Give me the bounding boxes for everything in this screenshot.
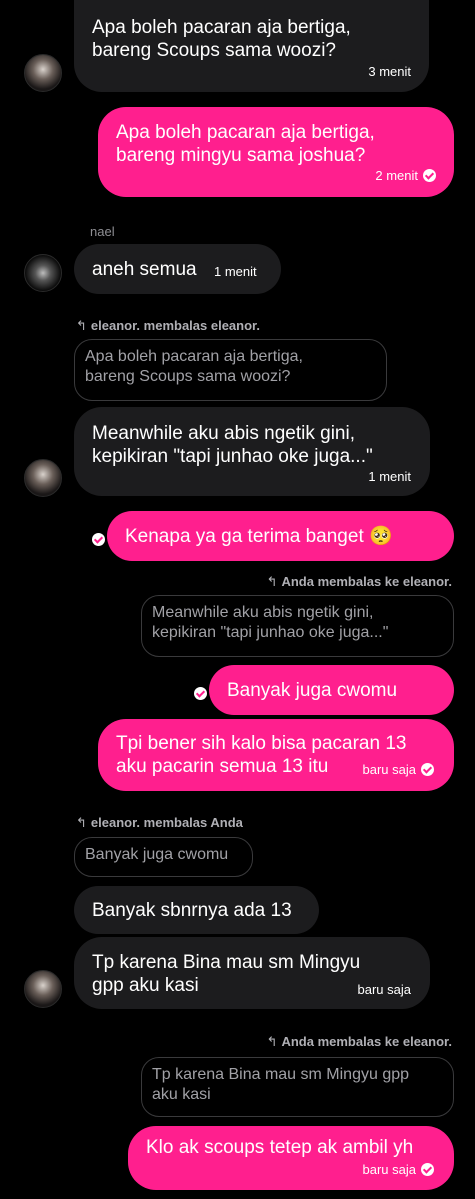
message-bubble-outgoing[interactable]: Banyak juga cwomu — [194, 665, 454, 715]
sender-name: nael — [90, 224, 115, 239]
reply-header: ↰ eleanor. membalas Anda — [76, 815, 243, 830]
quoted-message[interactable]: Banyak juga cwomu — [74, 837, 253, 877]
avatar[interactable] — [24, 459, 62, 497]
message-time: baru saja — [363, 762, 434, 777]
message-bubble-outgoing[interactable]: Klo ak scoups tetep ak ambil yh baru saj… — [128, 1126, 454, 1190]
message-text: Apa boleh pacaran aja bertiga, bareng Sc… — [92, 17, 351, 61]
message-bubble-outgoing[interactable]: Tpi bener sih kalo bisa pacaran 13 aku p… — [98, 719, 454, 791]
message-bubble-incoming[interactable]: Apa boleh pacaran aja bertiga, bareng Sc… — [74, 0, 429, 92]
reply-header: ↰ eleanor. membalas eleanor. — [76, 318, 260, 333]
message-time: 1 menit — [214, 264, 257, 279]
reply-arrow-icon: ↰ — [76, 318, 87, 333]
avatar[interactable] — [24, 970, 62, 1008]
message-bubble-outgoing[interactable]: Kenapa ya ga terima banget 🥺 — [92, 511, 454, 561]
reply-arrow-icon: ↰ — [266, 574, 278, 589]
message-bubble-incoming[interactable]: aneh semua 1 menit — [74, 244, 281, 294]
avatar[interactable] — [24, 254, 62, 292]
message-text: Apa boleh pacaran aja bertiga, bareng mi… — [116, 122, 375, 166]
message-text: Banyak sbnrnya ada 13 — [92, 900, 292, 921]
avatar[interactable] — [24, 54, 62, 92]
message-text: Banyak juga cwomu — [227, 680, 398, 701]
message-time: baru saja — [363, 1162, 434, 1177]
message-text: Meanwhile aku abis ngetik gini, kepikira… — [92, 423, 373, 467]
read-check-icon — [421, 763, 434, 776]
message-bubble-outgoing[interactable]: Apa boleh pacaran aja bertiga, bareng mi… — [98, 107, 454, 197]
read-check-icon — [194, 687, 207, 700]
quoted-message[interactable]: Apa boleh pacaran aja bertiga, bareng Sc… — [74, 339, 387, 401]
message-time: 2 menit — [375, 168, 436, 183]
quoted-message[interactable]: Tp karena Bina mau sm Mingyu gpp aku kas… — [141, 1057, 454, 1117]
reply-arrow-icon: ↰ — [266, 1034, 278, 1049]
read-check-icon — [92, 533, 105, 546]
quoted-message[interactable]: Meanwhile aku abis ngetik gini, kepikira… — [141, 595, 454, 657]
message-text: aneh semua — [92, 259, 197, 280]
reply-arrow-icon: ↰ — [76, 815, 87, 830]
message-time: 1 menit — [368, 469, 411, 484]
message-time: 3 menit — [368, 64, 411, 79]
read-check-icon — [421, 1163, 434, 1176]
message-bubble-incoming[interactable]: Banyak sbnrnya ada 13 — [74, 886, 319, 934]
reply-header: ↰ Anda membalas ke eleanor. — [266, 1034, 452, 1049]
message-bubble-incoming[interactable]: Tp karena Bina mau sm Mingyu gpp aku kas… — [74, 937, 430, 1009]
message-time: baru saja — [357, 982, 411, 997]
message-text: Tp karena Bina mau sm Mingyu gpp aku kas… — [92, 952, 361, 996]
message-bubble-incoming[interactable]: Meanwhile aku abis ngetik gini, kepikira… — [74, 407, 430, 496]
message-text: Kenapa ya ga terima banget 🥺 — [125, 526, 393, 547]
message-text: Klo ak scoups tetep ak ambil yh — [146, 1137, 414, 1158]
read-check-icon — [423, 169, 436, 182]
reply-header: ↰ Anda membalas ke eleanor. — [266, 574, 452, 589]
